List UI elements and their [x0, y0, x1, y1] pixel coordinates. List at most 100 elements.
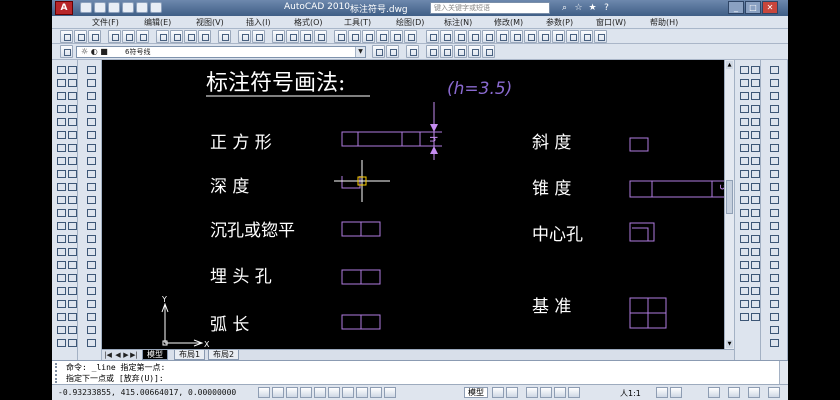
ortho-mode-icon[interactable] — [286, 387, 298, 398]
communication-icon[interactable]: ☆ — [572, 2, 585, 14]
quick-view-drawings-icon[interactable] — [506, 387, 518, 398]
tool-button-icon[interactable] — [55, 311, 66, 321]
undo-icon[interactable] — [238, 30, 251, 43]
tool-button-icon[interactable] — [749, 207, 760, 217]
tool-button-icon[interactable] — [768, 285, 779, 295]
tool-button-icon[interactable] — [66, 298, 77, 308]
tool-button-icon[interactable] — [55, 155, 66, 165]
object-snap-icon[interactable] — [314, 387, 326, 398]
autocad-logo-icon[interactable]: A — [55, 1, 73, 15]
tool-button-icon[interactable] — [55, 337, 66, 347]
quick-properties-icon[interactable] — [384, 387, 396, 398]
tool-button-icon[interactable] — [738, 77, 749, 87]
showmotion-icon[interactable] — [568, 387, 580, 398]
tool-button-icon[interactable] — [66, 259, 77, 269]
tool-button-icon[interactable] — [85, 285, 96, 295]
tool-button-icon[interactable] — [738, 64, 749, 74]
dynamic-input-icon[interactable] — [356, 387, 368, 398]
dim-aligned-icon[interactable] — [440, 30, 453, 43]
tool-button-icon[interactable] — [66, 64, 77, 74]
tool-button-icon[interactable] — [55, 285, 66, 295]
tool-button-icon[interactable] — [749, 90, 760, 100]
tool-button-icon[interactable] — [66, 246, 77, 256]
tool-button-icon[interactable] — [55, 116, 66, 126]
quick-dim-icon[interactable] — [524, 30, 537, 43]
dim-angular-icon[interactable] — [510, 30, 523, 43]
tool-button-icon[interactable] — [85, 168, 96, 178]
model-space-button[interactable]: 模型 — [464, 387, 488, 398]
tool-button-icon[interactable] — [768, 324, 779, 334]
tool-button-icon[interactable] — [738, 129, 749, 139]
menu-file[interactable]: 文件(F) — [92, 17, 119, 28]
tool-button-icon[interactable] — [749, 298, 760, 308]
tool-button-icon[interactable] — [55, 77, 66, 87]
zoom-status-icon[interactable] — [540, 387, 552, 398]
tool-button-icon[interactable] — [749, 181, 760, 191]
tool-button-icon[interactable] — [55, 181, 66, 191]
toolbar-lock-icon[interactable] — [728, 387, 740, 398]
preview-icon[interactable] — [122, 30, 135, 43]
menu-draw[interactable]: 绘图(D) — [396, 17, 424, 28]
tool-button-icon[interactable] — [85, 337, 96, 347]
lineweight-icon[interactable] — [370, 387, 382, 398]
tool-button-icon[interactable] — [738, 181, 749, 191]
copy-icon[interactable] — [170, 30, 183, 43]
paste-icon[interactable] — [184, 30, 197, 43]
tool-button-icon[interactable] — [738, 298, 749, 308]
tool-button-icon[interactable] — [66, 142, 77, 152]
tool-button-icon[interactable] — [738, 194, 749, 204]
tool-button-icon[interactable] — [738, 155, 749, 165]
tool-button-icon[interactable] — [85, 155, 96, 165]
design-center-icon[interactable] — [348, 30, 361, 43]
tool-button-icon[interactable] — [66, 220, 77, 230]
save-icon[interactable] — [108, 2, 120, 13]
tool-button-icon[interactable] — [85, 116, 96, 126]
publish-icon[interactable] — [136, 30, 149, 43]
clean-screen-icon[interactable] — [768, 387, 780, 398]
tool-button-icon[interactable] — [768, 194, 779, 204]
tool-button-icon[interactable] — [738, 272, 749, 282]
tool-button-icon[interactable] — [55, 64, 66, 74]
quick-view-layouts-icon[interactable] — [492, 387, 504, 398]
menu-tools[interactable]: 工具(T) — [344, 17, 371, 28]
tool-button-icon[interactable] — [738, 246, 749, 256]
tool-button-icon[interactable] — [85, 207, 96, 217]
tool-button-icon[interactable] — [768, 168, 779, 178]
dim-diameter-icon[interactable] — [496, 30, 509, 43]
tool-button-icon[interactable] — [85, 220, 96, 230]
tool-button-icon[interactable] — [85, 311, 96, 321]
redo-icon[interactable] — [136, 2, 148, 13]
tool-button-icon[interactable] — [66, 194, 77, 204]
tool-button-icon[interactable] — [749, 311, 760, 321]
menu-insert[interactable]: 插入(I) — [246, 17, 271, 28]
tool-button-icon[interactable] — [66, 116, 77, 126]
tool-button-icon[interactable] — [738, 207, 749, 217]
menu-format[interactable]: 格式(O) — [294, 17, 323, 28]
tool-button-icon[interactable] — [55, 298, 66, 308]
scroll-thumb[interactable] — [726, 180, 733, 214]
tool-button-icon[interactable] — [768, 155, 779, 165]
tool-button-icon[interactable] — [85, 194, 96, 204]
tool-button-icon[interactable] — [66, 77, 77, 87]
dim-continue-icon[interactable] — [552, 30, 565, 43]
tool-button-icon[interactable] — [749, 259, 760, 269]
favorites-icon[interactable]: ★ — [586, 2, 599, 14]
maximize-button[interactable]: □ — [745, 1, 761, 14]
tool-button-icon[interactable] — [85, 233, 96, 243]
match-properties-icon[interactable] — [198, 30, 211, 43]
tool-button-icon[interactable] — [768, 272, 779, 282]
tool-button-icon[interactable] — [85, 324, 96, 334]
dim-baseline-icon[interactable] — [538, 30, 551, 43]
undo-icon[interactable] — [122, 2, 134, 13]
zoom-extents-icon[interactable] — [406, 45, 419, 58]
open-icon[interactable] — [94, 2, 106, 13]
block-editor-icon[interactable] — [218, 30, 231, 43]
tool-button-icon[interactable] — [55, 324, 66, 334]
tool-button-icon[interactable] — [768, 233, 779, 243]
tool-button-icon[interactable] — [85, 142, 96, 152]
tool-button-icon[interactable] — [66, 181, 77, 191]
tool-button-icon[interactable] — [66, 155, 77, 165]
command-window[interactable]: 命令: _line 指定第一点: 指定下一点或 [放弃(U)]: — [52, 360, 788, 385]
layer-manager-icon[interactable] — [60, 45, 73, 58]
tool-button-icon[interactable] — [749, 168, 760, 178]
